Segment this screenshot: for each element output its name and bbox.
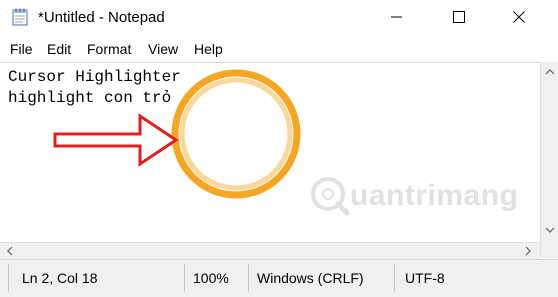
cursor-highlight-circle	[171, 69, 301, 199]
cursor-highlight-overlay	[53, 69, 301, 199]
red-arrow-icon	[53, 113, 179, 167]
